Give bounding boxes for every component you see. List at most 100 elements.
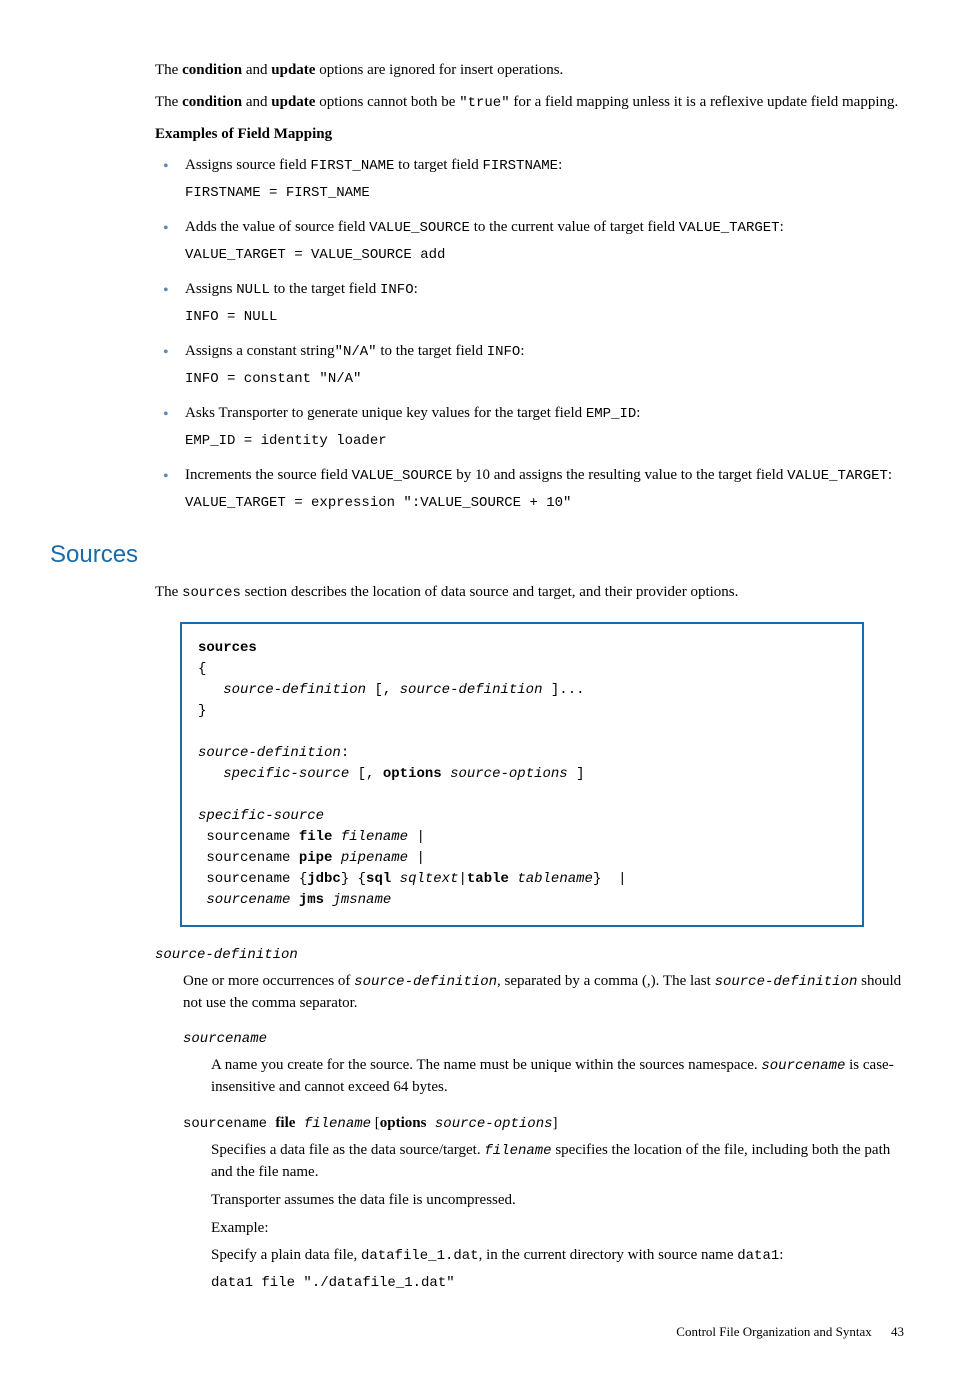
syntax-ital: sourcename [206,892,290,908]
code-inline: filename [484,1143,551,1159]
def-source-definition: One or more occurrences of source-defini… [183,971,904,1015]
code-inline: INFO [380,282,414,298]
list-item: Increments the source field VALUE_SOURCE… [155,465,904,513]
list-item: Assigns NULL to the target field INFO: I… [155,279,904,327]
syntax-text: sourcename { [198,871,307,887]
text: by 10 and assigns the resulting value to… [452,467,787,483]
syntax-text [198,682,223,698]
text: Specify a plain data file, [211,1247,361,1263]
text: for a field mapping unless it is a refle… [510,94,899,110]
syntax-text: | [458,871,466,887]
list-item: Assigns source field FIRST_NAME to targe… [155,155,904,203]
text-ital: filename [304,1116,371,1132]
text: Specifies a data file as the data source… [211,1142,484,1158]
syntax-text: } { [341,871,366,887]
code-inline: VALUE_TARGET [679,220,780,236]
syntax-ital: filename [341,829,408,845]
syntax-keyword: sources [198,640,257,656]
text: : [414,281,418,297]
text [295,1116,303,1132]
footer-label: Control File Organization and Syntax [676,1324,871,1339]
code-inline: sources [182,585,241,601]
syntax-text [391,871,399,887]
intro-paragraph-1: The condition and update options are ign… [155,60,904,82]
text: The [155,584,182,600]
text: to target field [394,157,482,173]
syntax-ital: source-definition [223,682,366,698]
text: to the target field [270,281,380,297]
text: [ [371,1115,380,1131]
code-inline: sourcename [761,1058,845,1074]
examples-heading: Examples of Field Mapping [155,124,904,146]
syntax-keyword: jdbc [307,871,341,887]
text: Assigns source field [185,157,310,173]
term-sourcename-file: sourcename file filename [options source… [183,1113,904,1135]
syntax-text [332,850,340,866]
text: , in the current directory with source n… [479,1247,738,1263]
text-bold: condition [182,94,242,110]
text: The [155,94,182,110]
code-line: VALUE_TARGET = expression ":VALUE_SOURCE… [185,493,904,513]
text: options cannot both be [315,94,459,110]
syntax-text: | [408,829,425,845]
syntax-ital: tablename [517,871,593,887]
syntax-keyword: options [383,766,442,782]
text: Asks Transporter to generate unique key … [185,405,586,421]
text: and [242,94,271,110]
list-item: Assigns a constant string"N/A" to the ta… [155,341,904,389]
code-line: FIRSTNAME = FIRST_NAME [185,183,904,203]
code-inline: source-definition [354,974,497,990]
syntax-ital: source-definition [400,682,543,698]
code-line: EMP_ID = identity loader [185,431,904,451]
text: : [558,157,562,173]
page-footer: Control File Organization and Syntax 43 [50,1323,904,1342]
text-bold: update [271,62,315,78]
syntax-text: [, [366,682,400,698]
text: to the target field [377,343,487,359]
examples-list: Assigns source field FIRST_NAME to targe… [155,155,904,513]
syntax-box: sources { source-definition [, source-de… [180,622,864,927]
code-line: VALUE_TARGET = VALUE_SOURCE add [185,245,904,265]
text: Adds the value of source field [185,219,369,235]
syntax-keyword: jms [299,892,324,908]
text: Increments the source field [185,467,352,483]
term-sourcename: sourcename [183,1029,904,1049]
text-ital: source-options [435,1116,553,1132]
term-source-definition: source-definition [155,945,904,965]
syntax-keyword: table [467,871,509,887]
syntax-text: ] [568,766,585,782]
text: A name you create for the source. The na… [211,1057,761,1073]
syntax-text: } | [593,871,627,887]
def-sourcename: A name you create for the source. The na… [211,1055,904,1099]
syntax-text: sourcename [198,850,299,866]
syntax-text [442,766,450,782]
text: Assigns [185,281,236,297]
text-bold: update [271,94,315,110]
text: to the current value of target field [470,219,679,235]
code-inline: FIRSTNAME [482,158,558,174]
code-inline: "true" [459,95,509,111]
code-inline: INFO [487,344,521,360]
text: , separated by a comma (,). The last [497,973,715,989]
text-bold: condition [182,62,242,78]
syntax-text: } [198,703,206,719]
syntax-keyword: pipe [299,850,333,866]
section-heading-sources: Sources [50,538,904,573]
code-line: data1 file "./datafile_1.dat" [211,1273,904,1293]
syntax-ital: specific-source [198,808,324,824]
text: Assigns a constant string [185,343,335,359]
text: Example: [211,1218,904,1240]
text [426,1116,434,1132]
syntax-text [332,829,340,845]
list-item: Asks Transporter to generate unique key … [155,403,904,451]
code-line: INFO = NULL [185,307,904,327]
code-inline: source-definition [715,974,858,990]
code-inline: datafile_1.dat [361,1248,479,1264]
code-inline: VALUE_TARGET [787,468,888,484]
text-bold: file [275,1115,295,1131]
code-line: INFO = constant "N/A" [185,369,904,389]
intro-paragraph-2: The condition and update options cannot … [155,92,904,114]
code-inline: EMP_ID [586,406,636,422]
code-inline: "N/A" [335,344,377,360]
code-inline: VALUE_SOURCE [352,468,453,484]
